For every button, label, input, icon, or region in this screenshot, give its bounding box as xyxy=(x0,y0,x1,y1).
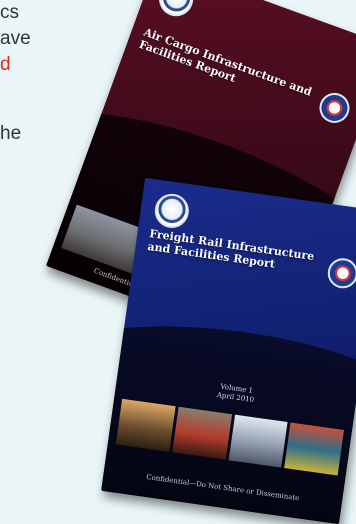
rail-tracks-photo xyxy=(115,398,176,452)
freight-rail-report-cover: Freight Rail Infrastructure and Faciliti… xyxy=(101,177,356,524)
agency-seal-icon xyxy=(152,191,192,231)
rail-terminal-photo xyxy=(228,414,288,468)
background-text-line-4: he xyxy=(0,123,22,144)
background-text-line-3-red: d xyxy=(0,54,11,75)
rail-bridge-photo xyxy=(171,406,232,460)
agency-seal-icon xyxy=(154,0,198,22)
freight-rail-report-title: Freight Rail Infrastructure and Faciliti… xyxy=(146,227,316,271)
shipping-containers-photo xyxy=(284,422,345,476)
background-text-line-2: ave xyxy=(0,28,31,49)
background-text-line-1: cs xyxy=(0,2,19,23)
air-cargo-report-title: Air Cargo Infrastructure and Facilities … xyxy=(137,25,314,99)
